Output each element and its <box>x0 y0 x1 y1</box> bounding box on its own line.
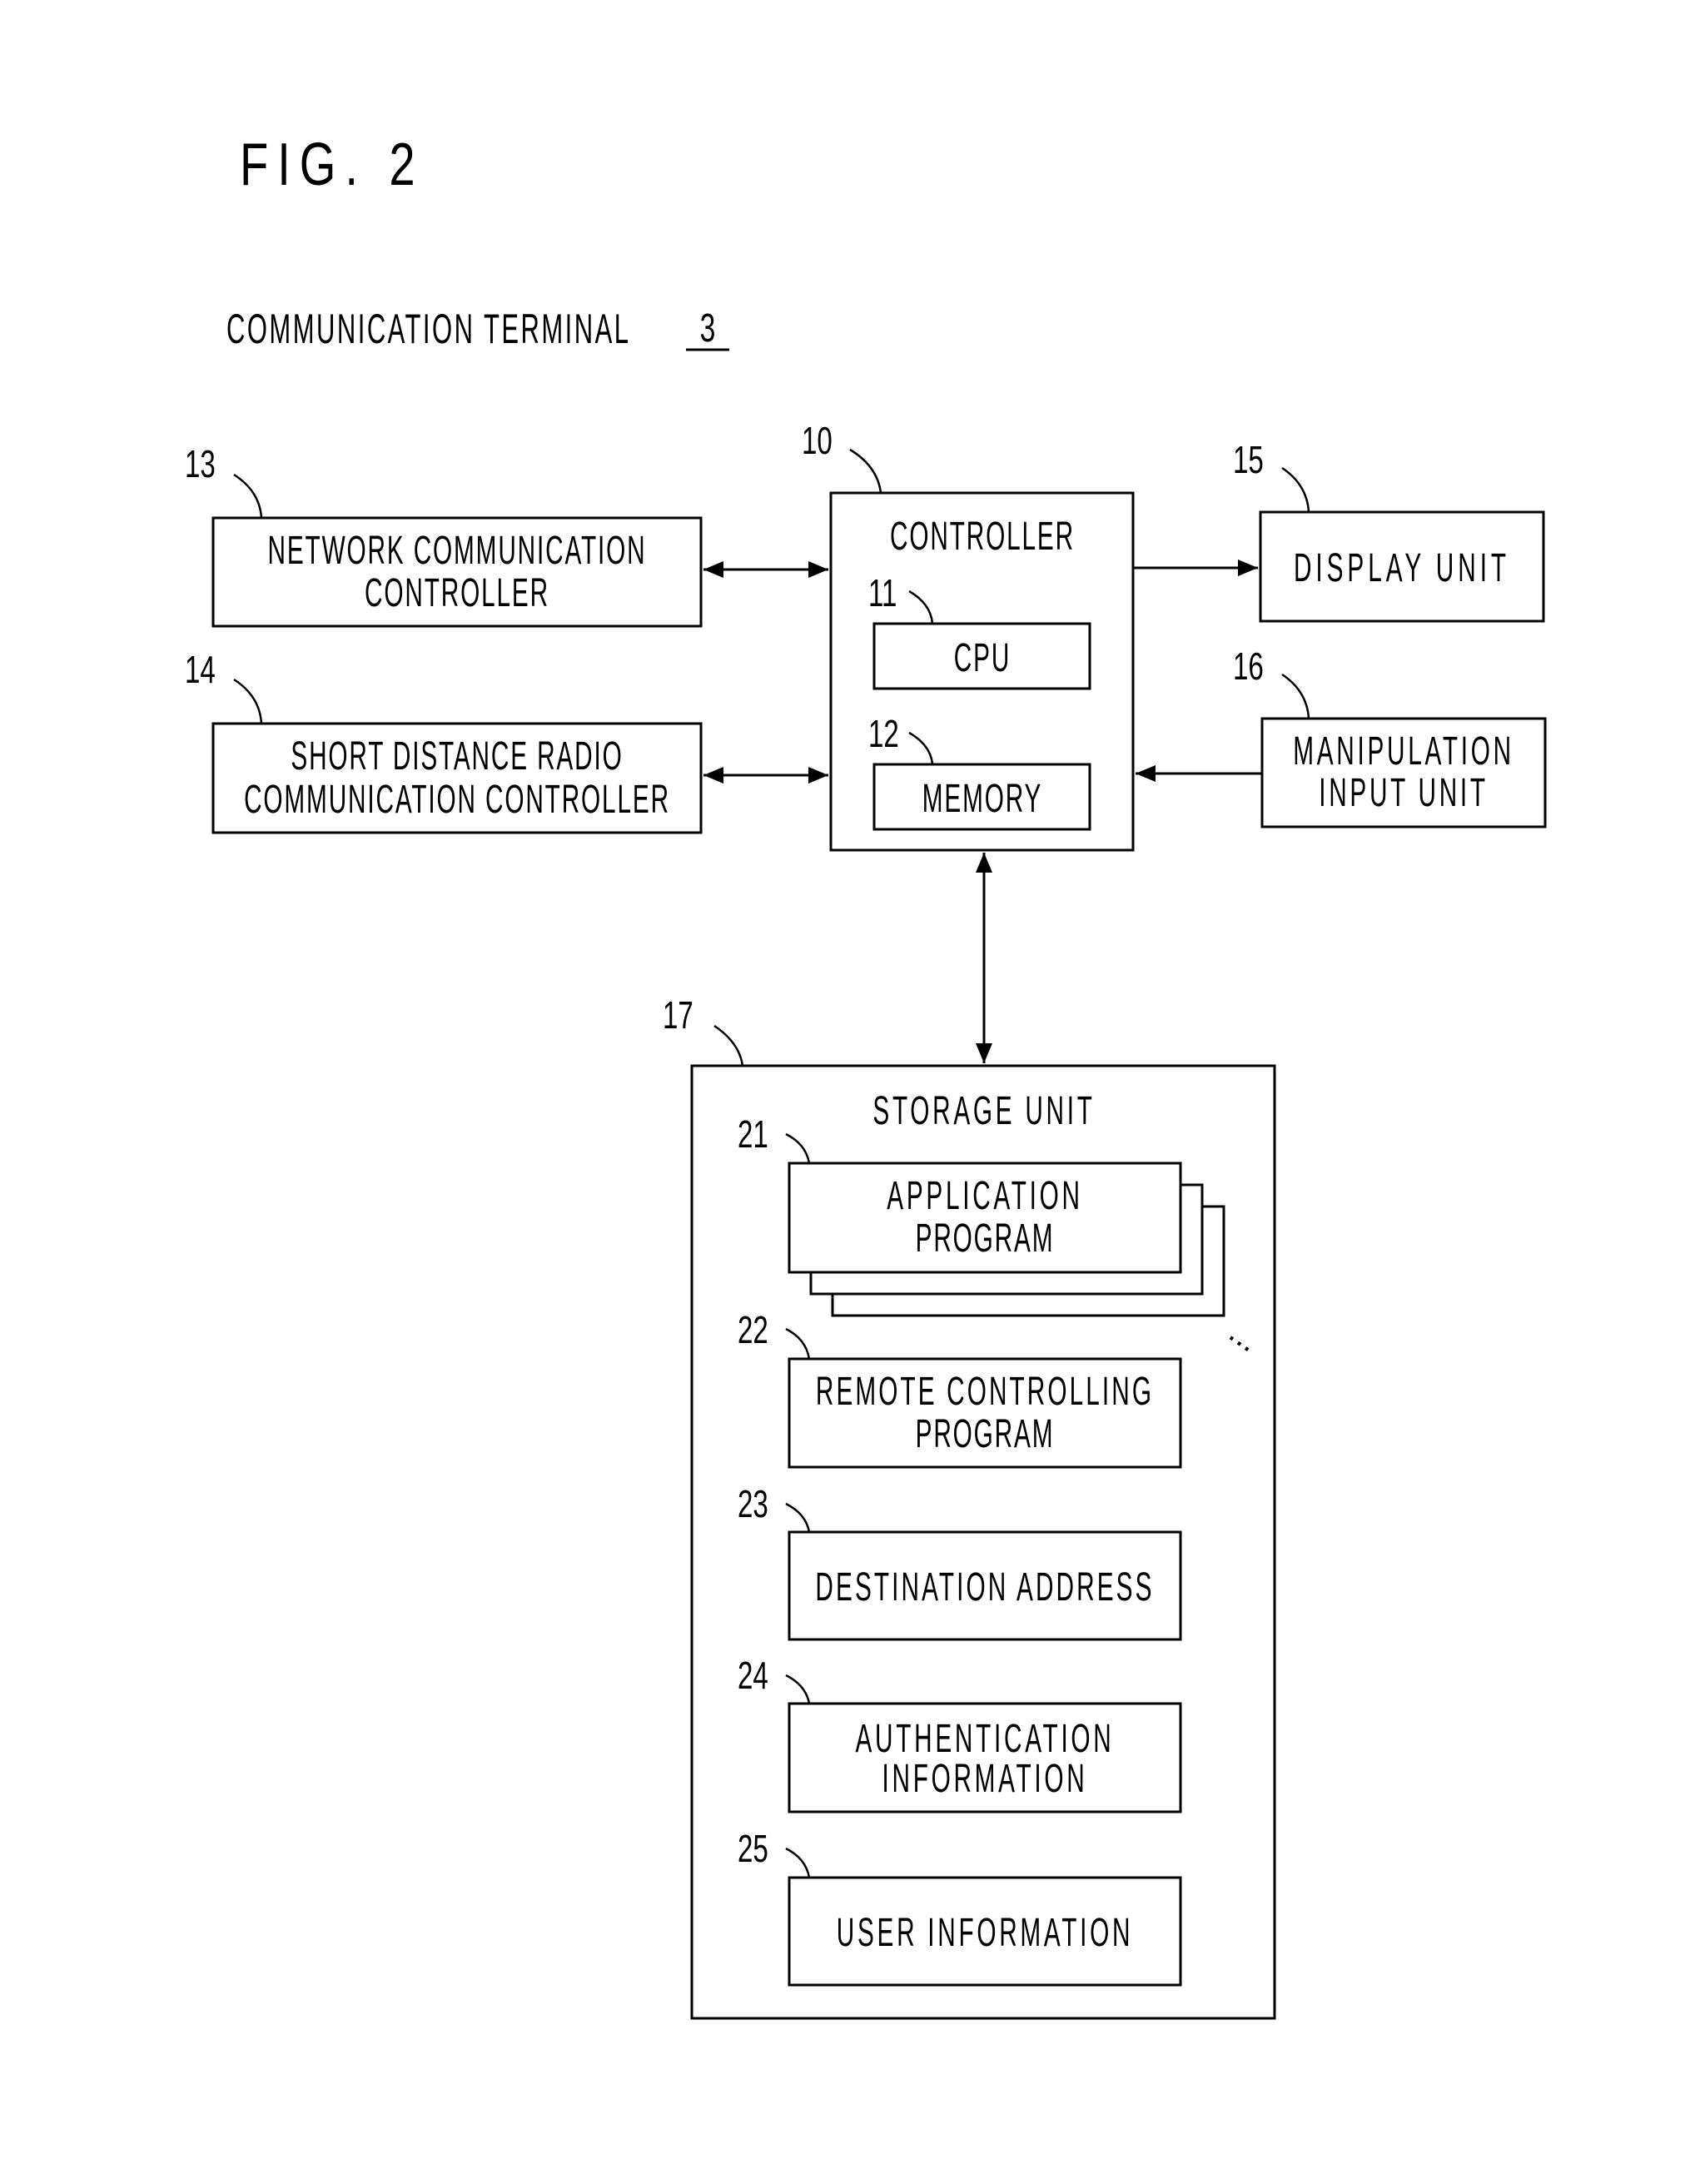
manipulation-input-unit-block: MANIPULATION INPUT UNIT 16 <box>1233 646 1547 828</box>
block-label-line: CONTROLLER <box>890 515 1075 559</box>
block-label-line: REMOTE CONTROLLING <box>816 1370 1154 1414</box>
block-label-line: USER INFORMATION <box>837 1911 1133 1955</box>
reference-numeral: 14 <box>185 649 216 691</box>
leader-line <box>1281 466 1310 513</box>
network-communication-controller-block: NETWORK COMMUNICATION CONTROLLER 13 <box>185 444 703 628</box>
block-label-line: NETWORK COMMUNICATION <box>268 529 647 573</box>
block-label-line: APPLICATION <box>887 1174 1082 1218</box>
block-label-line: INFORMATION <box>882 1757 1088 1801</box>
controller-block: CONTROLLER 10 CPU 11 MEMORY 12 <box>802 420 1135 852</box>
block-label-line: DISPLAY UNIT <box>1294 546 1510 590</box>
reference-numeral: 25 <box>738 1828 768 1870</box>
short-distance-radio-controller-block: SHORT DISTANCE RADIO COMMUNICATION CONTR… <box>185 649 703 834</box>
leader-line <box>849 448 882 494</box>
reference-numeral: 23 <box>738 1484 768 1525</box>
reference-numeral: 12 <box>868 714 899 755</box>
block-label-line: PROGRAM <box>916 1216 1055 1261</box>
leader-line <box>1281 673 1310 719</box>
reference-numeral: 17 <box>663 995 693 1037</box>
reference-numeral: 15 <box>1233 440 1264 481</box>
leader-line <box>713 1024 744 1067</box>
reference-numeral: 10 <box>802 420 833 462</box>
block-label-line: DESTINATION ADDRESS <box>815 1565 1154 1609</box>
block-label-line: SHORT DISTANCE RADIO <box>291 734 623 779</box>
block-label-line: MEMORY <box>922 777 1043 821</box>
reference-numeral: 16 <box>1233 646 1264 688</box>
leader-line <box>233 678 263 724</box>
reference-numeral: 11 <box>868 573 897 614</box>
reference-numeral: 13 <box>185 444 216 485</box>
block-diagram: FIG. 2 COMMUNICATION TERMINAL 3 NETWORK … <box>185 131 1547 2020</box>
reference-numeral: 21 <box>738 1114 768 1156</box>
block-label-line: INPUT UNIT <box>1319 771 1489 815</box>
block-label-line: AUTHENTICATION <box>855 1717 1114 1761</box>
block-label-line: COMMUNICATION CONTROLLER <box>244 778 670 822</box>
block-label-line: CPU <box>954 636 1011 680</box>
display-unit-block: DISPLAY UNIT 15 <box>1233 440 1545 623</box>
figure-title: FIG. 2 <box>240 131 425 197</box>
figure-caption-ref: 3 <box>700 305 716 350</box>
storage-unit-block: STORAGE UNIT 17 APPLICATION PROGRAM 21 .… <box>663 995 1276 2020</box>
block-label-line: CONTROLLER <box>365 571 549 615</box>
reference-numeral: 24 <box>738 1655 768 1697</box>
block-label-line: STORAGE UNIT <box>872 1089 1095 1133</box>
block-label-line: PROGRAM <box>916 1412 1055 1456</box>
block-label-line: MANIPULATION <box>1293 729 1514 774</box>
leader-line <box>233 473 263 519</box>
figure-caption: COMMUNICATION TERMINAL <box>226 305 630 351</box>
reference-numeral: 22 <box>738 1310 768 1351</box>
